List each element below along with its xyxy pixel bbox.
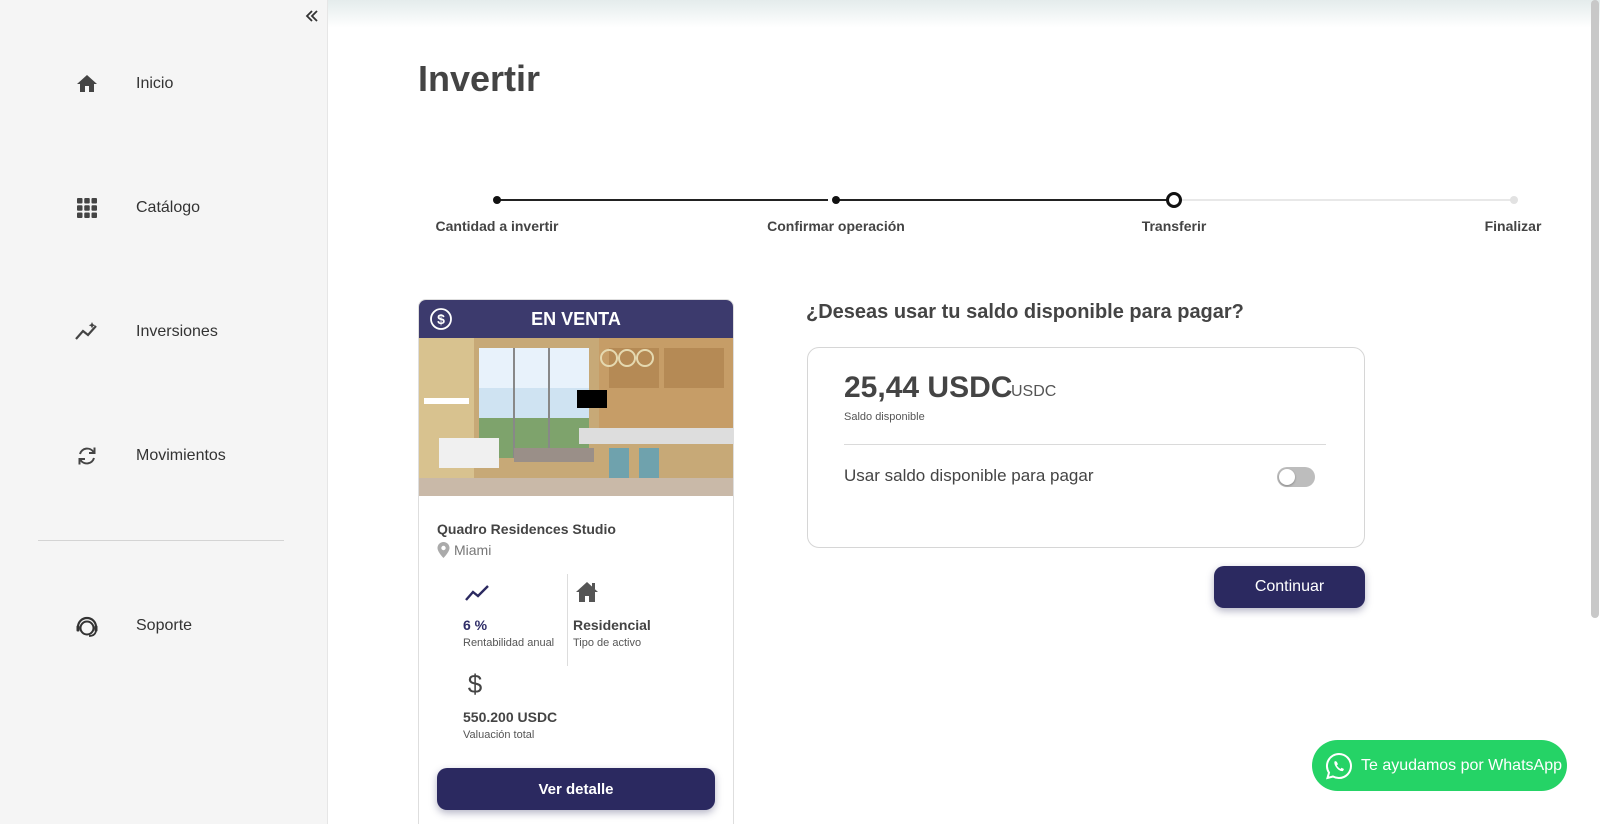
step-connector xyxy=(836,199,1172,201)
step-label: Cantidad a invertir xyxy=(435,218,559,234)
annual-return-value: 6 % xyxy=(463,617,488,633)
continue-button[interactable]: Continuar xyxy=(1214,566,1365,608)
grid-icon xyxy=(74,195,100,221)
step-connector xyxy=(496,199,828,201)
use-balance-toggle[interactable] xyxy=(1277,467,1315,487)
whatsapp-icon xyxy=(1324,751,1354,781)
sidebar-item-label: Soporte xyxy=(136,617,193,634)
balance-unit: USDC xyxy=(1011,383,1057,400)
house-icon xyxy=(573,578,601,606)
valuation-value: 550.200 USDC xyxy=(463,709,558,725)
balance-caption: Saldo disponible xyxy=(844,411,925,423)
step-dot-active xyxy=(1166,192,1182,208)
page-title: Invertir xyxy=(418,58,541,99)
step-label: Finalizar xyxy=(1484,218,1542,234)
location-text: Miami xyxy=(454,542,492,558)
sidebar-item-soporte[interactable]: Soporte xyxy=(0,602,328,650)
trending-up-icon xyxy=(463,580,491,608)
balance-box: 25,44 USDC USDC Saldo disponible Usar sa… xyxy=(807,347,1365,548)
double-chevron-left-icon[interactable] xyxy=(302,6,322,26)
sidebar-divider xyxy=(38,540,284,541)
annual-return-label: Rentabilidad anual xyxy=(463,637,555,649)
toggle-knob xyxy=(1279,469,1295,485)
dollar-icon: $ xyxy=(463,669,491,699)
view-detail-button[interactable]: Ver detalle xyxy=(437,768,715,810)
svg-text:$: $ xyxy=(468,670,483,698)
balance-amount: 25,44 USDC xyxy=(844,371,1013,404)
support-agent-icon xyxy=(74,613,100,639)
property-card: $ EN VENTA Quadro Residences Studio Miam… xyxy=(418,299,734,824)
valuation-label: Valuación total xyxy=(463,729,535,741)
sidebar-item-catalogo[interactable]: Catálogo xyxy=(0,184,328,232)
asset-type-value: Residencial xyxy=(573,617,651,633)
card-header: $ EN VENTA xyxy=(419,300,733,338)
sidebar-item-label: Movimientos xyxy=(136,447,226,464)
sidebar: Inicio Catálogo Inversiones Movimientos … xyxy=(0,0,328,824)
scrollbar[interactable] xyxy=(1591,0,1599,618)
balance-divider xyxy=(844,444,1326,445)
property-location: Miami xyxy=(437,542,491,558)
sync-icon xyxy=(74,443,100,469)
property-image xyxy=(419,338,733,496)
sidebar-item-label: Catálogo xyxy=(136,199,201,216)
home-icon xyxy=(74,71,100,97)
sale-badge: EN VENTA xyxy=(531,308,621,329)
dollar-circle-icon: $ xyxy=(429,307,453,331)
use-balance-label: Usar saldo disponible para pagar xyxy=(844,466,1094,485)
sidebar-item-inversiones[interactable]: Inversiones xyxy=(0,308,328,356)
sidebar-item-movimientos[interactable]: Movimientos xyxy=(0,432,328,480)
sidebar-item-inicio[interactable]: Inicio xyxy=(0,60,328,108)
asset-type-label: Tipo de activo xyxy=(573,637,642,649)
whatsapp-button[interactable]: Te ayudamos por WhatsApp xyxy=(1312,740,1567,791)
step-dot-done xyxy=(493,196,501,204)
step-dot-done xyxy=(832,196,840,204)
sidebar-item-label: Inversiones xyxy=(136,323,218,340)
step-dot-pending xyxy=(1510,196,1518,204)
top-shade xyxy=(328,0,1600,28)
whatsapp-label: Te ayudamos por WhatsApp xyxy=(1361,756,1562,774)
step-label: Confirmar operación xyxy=(767,218,905,234)
location-pin-icon xyxy=(437,542,450,558)
step-label: Transferir xyxy=(1141,218,1207,234)
trending-up-icon xyxy=(74,319,100,345)
stat-divider xyxy=(567,574,568,666)
balance-question: ¿Deseas usar tu saldo disponible para pa… xyxy=(806,301,1244,323)
svg-text:$: $ xyxy=(437,311,445,327)
sidebar-item-label: Inicio xyxy=(136,75,174,92)
step-connector xyxy=(1179,199,1512,201)
property-name: Quadro Residences Studio xyxy=(437,521,616,537)
